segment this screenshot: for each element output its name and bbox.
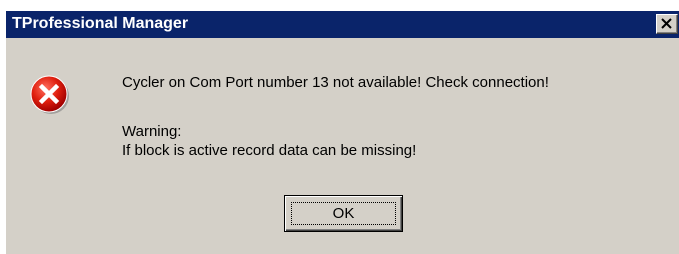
warning-label: Warning: xyxy=(122,123,182,140)
close-icon xyxy=(661,18,672,29)
ok-button[interactable]: OK xyxy=(284,195,403,232)
error-message: Cycler on Com Port number 13 not availab… xyxy=(122,74,549,91)
error-dialog: TProfessional Manager Cycler on Com Port… xyxy=(5,10,679,254)
window-title: TProfessional Manager xyxy=(12,15,189,32)
ok-button-label: OK xyxy=(332,205,355,222)
close-button[interactable] xyxy=(656,14,678,34)
title-bar[interactable]: TProfessional Manager xyxy=(6,11,679,38)
error-icon xyxy=(30,75,69,114)
warning-text: If block is active record data can be mi… xyxy=(122,142,417,159)
